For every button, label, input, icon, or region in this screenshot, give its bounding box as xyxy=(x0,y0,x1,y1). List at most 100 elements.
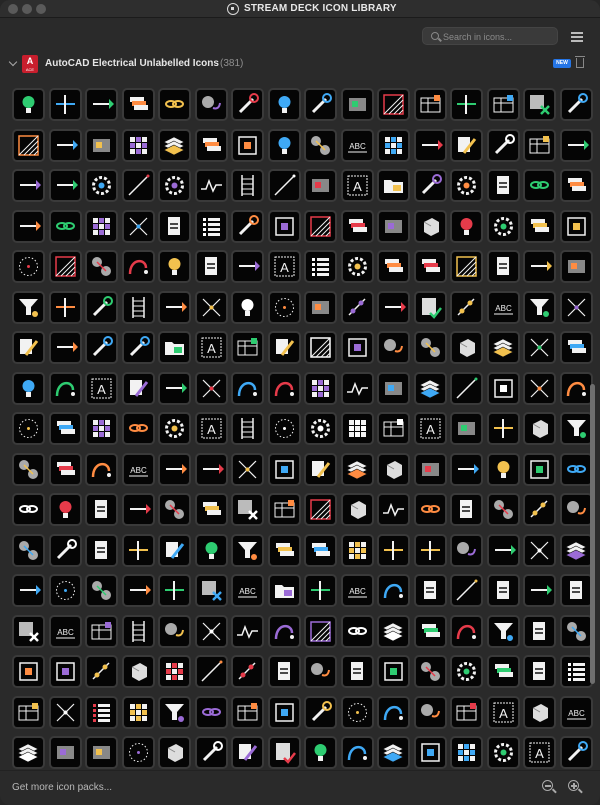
icon-tile[interactable] xyxy=(486,736,520,769)
icon-tile[interactable] xyxy=(559,88,593,121)
icon-tile[interactable] xyxy=(523,412,556,445)
icon-tile[interactable] xyxy=(304,574,337,607)
icon-tile[interactable] xyxy=(12,574,45,607)
icon-tile[interactable] xyxy=(194,533,228,567)
icon-tile[interactable] xyxy=(413,695,447,729)
icon-tile[interactable] xyxy=(486,250,520,283)
zoom-out-icon[interactable] xyxy=(541,779,557,795)
icon-tile[interactable] xyxy=(340,655,374,688)
icon-tile[interactable] xyxy=(48,695,82,729)
icon-tile[interactable] xyxy=(121,574,155,607)
icon-tile[interactable] xyxy=(267,169,301,202)
icon-tile[interactable] xyxy=(194,169,228,202)
icon-tile[interactable] xyxy=(413,371,447,405)
icon-tile[interactable] xyxy=(231,331,264,364)
icon-tile[interactable] xyxy=(450,614,483,648)
icon-tile[interactable] xyxy=(158,250,191,283)
icon-tile[interactable] xyxy=(486,331,520,364)
icon-tile[interactable] xyxy=(413,88,447,121)
icon-tile[interactable] xyxy=(340,493,374,526)
icon-tile[interactable] xyxy=(450,655,483,688)
icon-tile[interactable] xyxy=(231,493,264,526)
icon-tile[interactable] xyxy=(559,452,593,486)
icon-tile[interactable] xyxy=(340,209,374,243)
icon-tile[interactable] xyxy=(121,209,155,243)
icon-tile[interactable] xyxy=(231,128,264,162)
icon-tile[interactable] xyxy=(559,533,593,567)
icon-tile[interactable] xyxy=(267,533,301,567)
icon-tile[interactable]: ABC xyxy=(340,574,374,607)
icon-tile[interactable] xyxy=(523,655,556,688)
icon-tile[interactable] xyxy=(85,128,118,162)
icon-tile[interactable] xyxy=(559,574,593,607)
icon-tile[interactable] xyxy=(85,290,118,324)
icon-tile[interactable] xyxy=(559,614,593,648)
icon-tile[interactable] xyxy=(304,88,337,121)
icon-tile[interactable] xyxy=(85,533,118,567)
icon-tile[interactable] xyxy=(121,614,155,648)
icon-tile[interactable] xyxy=(523,88,556,121)
icon-tile[interactable] xyxy=(12,371,45,405)
icon-tile[interactable] xyxy=(48,371,82,405)
search-input[interactable] xyxy=(443,30,553,43)
icon-tile[interactable] xyxy=(523,169,556,202)
icon-tile[interactable] xyxy=(158,655,191,688)
icon-tile[interactable] xyxy=(231,209,264,243)
icon-tile[interactable] xyxy=(267,371,301,405)
icon-tile[interactable] xyxy=(304,412,337,445)
icon-tile[interactable] xyxy=(450,736,483,769)
icon-tile[interactable] xyxy=(340,250,374,283)
icon-tile[interactable] xyxy=(450,574,483,607)
icon-tile[interactable] xyxy=(377,412,410,445)
icon-tile[interactable] xyxy=(377,209,410,243)
icon-tile[interactable] xyxy=(450,493,483,526)
icon-tile[interactable] xyxy=(377,371,410,405)
icon-tile[interactable] xyxy=(523,209,556,243)
icon-tile[interactable]: A xyxy=(486,695,520,729)
icon-tile[interactable] xyxy=(48,655,82,688)
icon-tile[interactable] xyxy=(450,371,483,405)
icon-tile[interactable] xyxy=(48,452,82,486)
icon-tile[interactable] xyxy=(267,574,301,607)
icon-tile[interactable] xyxy=(340,290,374,324)
icon-tile[interactable] xyxy=(450,169,483,202)
icon-tile[interactable] xyxy=(413,128,447,162)
icon-tile[interactable] xyxy=(304,655,337,688)
icon-tile[interactable] xyxy=(377,250,410,283)
icon-tile[interactable] xyxy=(231,655,264,688)
icon-tile[interactable] xyxy=(158,695,191,729)
icon-tile[interactable] xyxy=(304,128,337,162)
icon-tile[interactable] xyxy=(413,736,447,769)
icon-tile[interactable] xyxy=(486,209,520,243)
icon-tile[interactable] xyxy=(559,250,593,283)
icon-tile[interactable] xyxy=(486,128,520,162)
trash-icon[interactable] xyxy=(575,56,585,68)
icon-tile[interactable] xyxy=(450,290,483,324)
icon-tile[interactable] xyxy=(340,533,374,567)
icon-tile[interactable] xyxy=(523,452,556,486)
icon-tile[interactable] xyxy=(12,655,45,688)
icon-tile[interactable] xyxy=(231,371,264,405)
icon-tile[interactable] xyxy=(121,493,155,526)
icon-tile[interactable] xyxy=(413,493,447,526)
icon-tile[interactable] xyxy=(523,371,556,405)
icon-tile[interactable] xyxy=(377,736,410,769)
icon-tile[interactable] xyxy=(377,128,410,162)
icon-tile[interactable] xyxy=(231,695,264,729)
icon-tile[interactable] xyxy=(450,331,483,364)
icon-tile[interactable] xyxy=(85,736,118,769)
icon-tile[interactable] xyxy=(194,695,228,729)
icon-tile[interactable] xyxy=(450,412,483,445)
icon-tile[interactable] xyxy=(559,412,593,445)
icon-tile[interactable] xyxy=(267,88,301,121)
icon-tile[interactable] xyxy=(486,493,520,526)
icon-tile[interactable] xyxy=(231,88,264,121)
icon-tile[interactable] xyxy=(231,736,264,769)
icon-tile[interactable] xyxy=(413,331,447,364)
icon-tile[interactable] xyxy=(450,209,483,243)
icon-tile[interactable] xyxy=(267,493,301,526)
icon-tile[interactable] xyxy=(267,655,301,688)
chevron-down-icon[interactable] xyxy=(8,57,18,67)
icon-tile[interactable]: A xyxy=(267,250,301,283)
icon-tile[interactable] xyxy=(559,290,593,324)
